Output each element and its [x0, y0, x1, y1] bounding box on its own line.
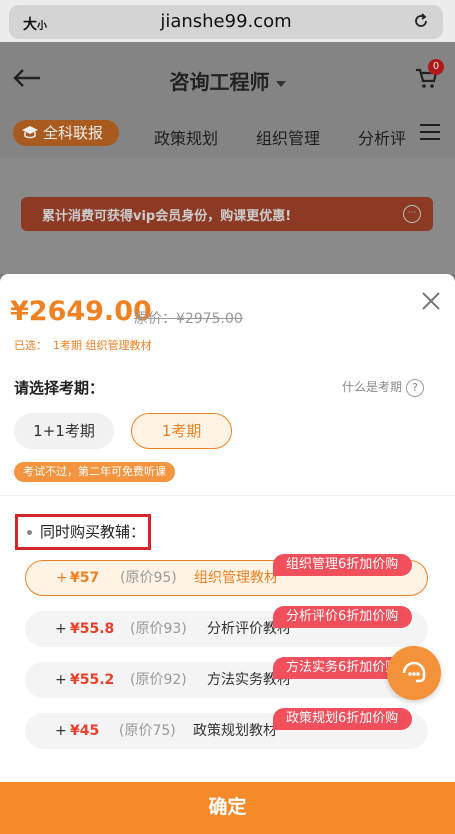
original-price: 原价：¥2975.00 [134, 311, 243, 327]
addon-section-title: 同时购买教辅： [15, 514, 151, 550]
plus-icon: + [56, 570, 68, 586]
tab-all-subjects[interactable]: 全科联报 [13, 120, 119, 146]
discount-tag: 政策规划6折加价购 [273, 708, 413, 730]
category-tabs: 全科联报 政策规划 组织管理 分析评 [0, 112, 455, 158]
purchase-sheet: ¥2649.00 原价：¥2975.00 已选： 1考期 组织管理教材 请选择考期… [0, 274, 455, 834]
addon-price: ¥55.8 [70, 621, 115, 637]
plus-icon: + [55, 723, 67, 739]
vip-promo-banner[interactable]: 累计消费可获得vip会员身份，购课更优惠! ··· [21, 197, 433, 231]
addon-name: 政策规划教材 [193, 723, 277, 739]
more-icon: ··· [403, 205, 421, 223]
promo-text: 累计消费可获得vip会员身份，购课更优惠! [42, 209, 292, 224]
addon-price: ¥57 [70, 570, 100, 586]
cart-badge: 0 [428, 59, 444, 75]
reload-icon[interactable] [411, 11, 431, 31]
selected-summary: 已选： 1考期 组织管理教材 [14, 339, 152, 352]
app-header: 咨询工程师 0 [0, 42, 455, 112]
chat-icon [402, 661, 426, 683]
period-option-1[interactable]: 1考期 [131, 413, 232, 449]
free-retake-notice: 考试不过，第二年可免费听课 [14, 462, 175, 482]
scroll-fade [0, 364, 455, 382]
addon-original-price: (原价95) [120, 570, 177, 586]
url-text: jianshe99.com [160, 11, 292, 32]
menu-icon[interactable] [420, 124, 440, 142]
addon-price: ¥45 [70, 723, 100, 739]
addon-price: ¥55.2 [70, 672, 115, 688]
plus-icon: + [55, 621, 67, 637]
addon-name: 组织管理教材 [194, 570, 278, 586]
browser-bar: 大小 jianshe99.com [0, 0, 455, 42]
current-price: ¥2649.00 [10, 296, 152, 327]
confirm-button[interactable]: 确定 [0, 782, 455, 834]
page-title[interactable]: 咨询工程师 [0, 66, 455, 95]
bullet-dot [27, 530, 32, 535]
addon-original-price: (原价93) [130, 621, 187, 637]
graduation-cap-icon [22, 126, 38, 139]
tab-organization-management[interactable]: 组织管理 [256, 125, 320, 149]
divider [0, 495, 455, 496]
addon-original-price: (原价75) [119, 723, 176, 739]
customer-service-button[interactable] [387, 646, 441, 700]
tab-policy-planning[interactable]: 政策规划 [154, 125, 218, 149]
discount-tag: 组织管理6折加价购 [273, 554, 413, 576]
close-icon[interactable] [420, 290, 442, 312]
tab-analysis[interactable]: 分析评 [358, 125, 406, 149]
discount-tag: 分析评价6折加价购 [273, 606, 413, 628]
addon-original-price: (原价92) [130, 672, 187, 688]
period-option-1plus1[interactable]: 1+1考期 [14, 413, 114, 449]
page-background: 咨询工程师 0 全科联报 政策规划 组织管理 分析评 累计消费可获得vip会员身… [0, 42, 455, 274]
address-bar[interactable]: 大小 jianshe99.com [9, 5, 443, 39]
chevron-down-icon [275, 80, 286, 87]
plus-icon: + [55, 672, 67, 688]
